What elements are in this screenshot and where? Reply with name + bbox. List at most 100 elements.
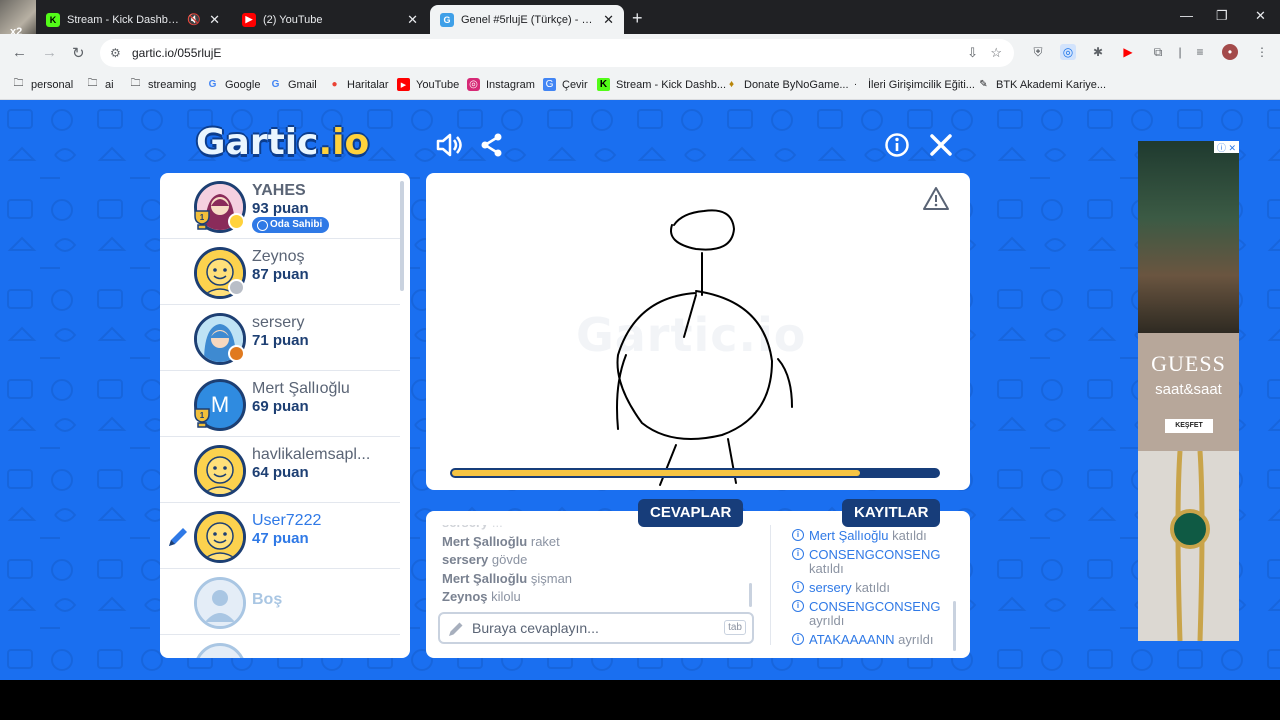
svg-text:1: 1: [200, 213, 205, 222]
info-icon[interactable]: [882, 130, 912, 160]
drawing-canvas[interactable]: Gartic.io: [426, 173, 970, 490]
taskbar-strip: [0, 680, 1280, 720]
answers-scrollbar[interactable]: [749, 583, 752, 607]
ad-cta-button[interactable]: KEŞFET: [1165, 419, 1213, 433]
bookmark-item[interactable]: G Google: [206, 78, 261, 91]
empty-slot-row[interactable]: Boş: [160, 569, 400, 635]
pencil-icon: [449, 622, 463, 636]
trophy-icon: 1: [194, 210, 210, 230]
tab-kick-dashboard[interactable]: K Stream - Kick Dashboard 🔇 ✕: [36, 5, 230, 34]
close-window-icon[interactable]: ✕: [1255, 8, 1266, 24]
log-item: i Mert Şallıoğlu katıldı: [792, 529, 952, 543]
player-name: sersery: [252, 314, 305, 331]
btk-icon: ✎: [979, 79, 988, 90]
info-icon: i: [792, 600, 804, 612]
youtube-extension-icon[interactable]: ▶: [1120, 44, 1136, 60]
player-name: YAHES: [252, 182, 306, 199]
answers-list: sersery ... Mert Şallıoğlu raket sersery…: [442, 525, 758, 609]
bookmark-item[interactable]: ✎ BTK Akademi Kariye...: [977, 78, 1106, 91]
status-dot: [228, 345, 245, 362]
bookmark-star-icon[interactable]: ☆: [990, 45, 1002, 61]
player-row[interactable]: havlikalemsapl... 64 puan: [160, 437, 400, 503]
answer-item: Mert Şallıoğlu şişman: [442, 570, 573, 586]
bookmark-item[interactable]: · İleri Girişimcilik Eğiti...: [849, 78, 975, 91]
site-info-icon[interactable]: ⚙: [110, 46, 121, 60]
close-icon[interactable]: [926, 130, 956, 160]
tab-key-hint: tab: [724, 620, 746, 635]
player-name: Zeynoş: [252, 248, 305, 265]
log-item: i sersery katıldı: [792, 581, 952, 595]
ad-brand-block: GUESS saat&saat KEŞFET: [1138, 333, 1239, 451]
ad-watch-photo: [1138, 450, 1239, 641]
bookmark-item[interactable]: ▶ YouTube: [397, 78, 459, 91]
svg-text:1: 1: [200, 411, 205, 420]
bookmark-item[interactable]: ◎ Instagram: [467, 78, 535, 91]
back-arrow-icon[interactable]: ←: [12, 44, 27, 61]
gartic-icon: G: [440, 12, 454, 27]
tab-youtube[interactable]: ▶ (2) YouTube ✕: [232, 5, 428, 34]
player-drawing: [616, 209, 793, 486]
muted-speaker-icon[interactable]: 🔇: [187, 13, 201, 26]
empty-slot-row[interactable]: [160, 635, 400, 658]
kick-icon: K: [46, 12, 60, 27]
info-icon: i: [792, 581, 804, 593]
tab-answers[interactable]: CEVAPLAR: [638, 499, 744, 527]
answer-input[interactable]: Buraya cevaplayın... tab: [438, 612, 754, 644]
player-row[interactable]: sersery 71 puan: [160, 305, 400, 371]
players-scrollbar[interactable]: [400, 181, 404, 291]
info-icon: i: [792, 529, 804, 541]
new-tab-button[interactable]: +: [632, 8, 643, 29]
bookmark-item[interactable]: 🗀 streaming: [129, 78, 197, 91]
logs-scrollbar[interactable]: [953, 601, 956, 651]
info-icon: i: [792, 548, 804, 560]
bookmark-item[interactable]: 🗀 personal: [12, 78, 74, 91]
folder-icon: 🗀: [87, 78, 98, 89]
tab-logs[interactable]: KAYITLAR: [842, 499, 941, 527]
bookmark-item[interactable]: 🗀 ai: [86, 78, 114, 91]
bookmark-item[interactable]: ● Haritalar: [328, 78, 388, 91]
room-owner-badge: Oda Sahibi: [252, 217, 330, 233]
ad-info-icon[interactable]: ⓘ ✕: [1214, 141, 1239, 153]
bookmark-item[interactable]: G Gmail: [269, 78, 317, 91]
advertisement-banner[interactable]: ⓘ ✕ GUESS saat&saat KEŞFET: [1138, 141, 1239, 641]
close-tab-icon[interactable]: ✕: [209, 12, 220, 28]
profile-avatar-icon[interactable]: •: [1222, 44, 1238, 60]
player-row[interactable]: M 1 Mert Şallıoğlu 69 puan: [160, 371, 400, 437]
shield-extension-icon[interactable]: ⛨: [1030, 44, 1046, 60]
bookmark-item[interactable]: ♦ Donate ByNoGame...: [725, 78, 849, 91]
maps-icon: ●: [331, 79, 338, 90]
minimize-icon[interactable]: —: [1180, 8, 1193, 23]
menu-kebab-icon[interactable]: ⋮: [1254, 44, 1270, 60]
ad-brand: GUESS: [1151, 351, 1226, 376]
close-tab-icon[interactable]: ✕: [407, 12, 418, 28]
close-tab-icon[interactable]: ✕: [603, 12, 614, 28]
answer-item: sersery ...: [442, 525, 758, 534]
media-controls-icon[interactable]: ≡: [1192, 44, 1208, 60]
bookmark-item[interactable]: G Çevir: [543, 78, 588, 91]
speaker-icon[interactable]: [434, 130, 464, 160]
tab-gartic[interactable]: G Genel #5rlujE (Türkçe) - Gartic.io ✕: [430, 5, 624, 34]
extensions-icon[interactable]: ⧉: [1150, 44, 1166, 60]
install-app-icon[interactable]: ⇩: [967, 45, 978, 61]
forward-arrow-icon[interactable]: →: [42, 44, 57, 61]
restore-icon[interactable]: ❐: [1216, 8, 1228, 24]
share-icon[interactable]: [477, 130, 507, 160]
reload-icon[interactable]: ↻: [72, 44, 85, 62]
player-row-current-user[interactable]: User7222 47 puan: [160, 503, 400, 569]
translate-icon: G: [543, 78, 556, 91]
player-row[interactable]: 1 YAHES 93 puan Oda Sahibi: [160, 173, 400, 239]
player-name: Boş: [252, 591, 283, 608]
status-dot: [228, 279, 245, 296]
players-panel: 1 YAHES 93 puan Oda Sahibi Zeynoş 87 pua…: [160, 173, 410, 658]
log-item: i ATAKAAAANN ayrıldı: [792, 633, 952, 647]
player-name: Mert Şallıoğlu: [252, 380, 350, 397]
player-points: 93 puan: [252, 200, 309, 217]
bookmark-item[interactable]: K Stream - Kick Dashb...: [597, 78, 726, 91]
url-bar[interactable]: ⚙ gartic.io/055rlujE ⇩ ☆: [100, 39, 1014, 67]
player-row[interactable]: Zeynoş 87 puan: [160, 239, 400, 305]
puzzle-extension-icon-dark[interactable]: ✱: [1090, 44, 1106, 60]
lens-extension-icon[interactable]: ◎: [1060, 44, 1076, 60]
toolbar-divider: |: [1178, 45, 1182, 59]
dots-icon: ·: [853, 79, 858, 90]
player-points: 64 puan: [252, 464, 309, 481]
